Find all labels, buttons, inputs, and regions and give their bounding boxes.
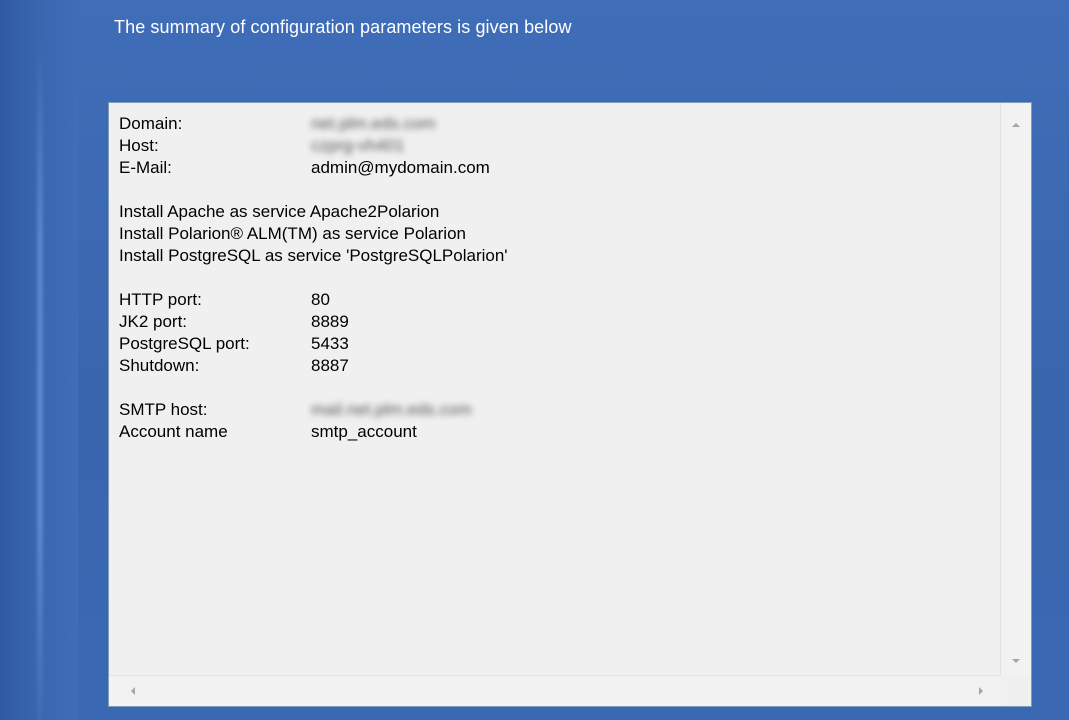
smtp-host-value: mail.net.plm.eds.com xyxy=(311,400,472,419)
summary-row-smtp-host: SMTP host: mail.net.plm.eds.com xyxy=(119,399,999,421)
arrow-right-icon[interactable] xyxy=(979,687,983,695)
account-name-label: Account name xyxy=(119,422,228,441)
email-label: E-Mail: xyxy=(119,158,172,177)
jk2-port-label: JK2 port: xyxy=(119,312,188,331)
http-port-label: HTTP port: xyxy=(119,290,202,309)
arrow-up-icon[interactable] xyxy=(1012,123,1020,127)
host-value: czprg-vh401 xyxy=(311,136,405,155)
wizard-side-panel xyxy=(0,0,78,720)
horizontal-scrollbar[interactable] xyxy=(109,675,1001,706)
host-label: Host: xyxy=(119,136,159,155)
summary-row-account-name: Account name smtp_account xyxy=(119,421,999,443)
arrow-down-icon[interactable] xyxy=(1012,659,1020,663)
account-name-value: smtp_account xyxy=(311,422,417,441)
scrollbar-corner xyxy=(1001,676,1031,706)
vertical-scrollbar[interactable] xyxy=(1000,103,1031,677)
summary-row-http-port: HTTP port: 80 xyxy=(119,289,999,311)
smtp-host-label: SMTP host: xyxy=(119,400,208,419)
service-line-apache: Install Apache as service Apache2Polario… xyxy=(119,202,440,221)
postgresql-port-value: 5433 xyxy=(311,334,349,353)
postgresql-port-label: PostgreSQL port: xyxy=(119,334,250,353)
summary-row-domain: Domain: net.plm.eds.com xyxy=(119,113,999,135)
arrow-left-icon[interactable] xyxy=(131,687,135,695)
configuration-summary-box[interactable]: Domain: net.plm.eds.com Host: czprg-vh40… xyxy=(108,102,1032,707)
service-line-polarion: Install Polarion® ALM(TM) as service Pol… xyxy=(119,224,466,243)
summary-row-postgresql-port: PostgreSQL port: 5433 xyxy=(119,333,999,355)
shutdown-value: 8887 xyxy=(311,356,349,375)
email-value: admin@mydomain.com xyxy=(311,158,490,177)
summary-text: Domain: net.plm.eds.com Host: czprg-vh40… xyxy=(119,113,999,673)
http-port-value: 80 xyxy=(311,290,330,309)
jk2-port-value: 8889 xyxy=(311,312,349,331)
domain-label: Domain: xyxy=(119,114,183,133)
shutdown-label: Shutdown: xyxy=(119,356,200,375)
service-line-postgresql: Install PostgreSQL as service 'PostgreSQ… xyxy=(119,246,508,265)
summary-row-host: Host: czprg-vh401 xyxy=(119,135,999,157)
side-glow-line xyxy=(38,40,42,720)
summary-row-shutdown: Shutdown: 8887 xyxy=(119,355,999,377)
page-heading: The summary of configuration parameters … xyxy=(114,17,572,37)
summary-row-email: E-Mail: admin@mydomain.com xyxy=(119,157,999,179)
domain-value: net.plm.eds.com xyxy=(311,114,436,133)
summary-row-jk2-port: JK2 port: 8889 xyxy=(119,311,999,333)
